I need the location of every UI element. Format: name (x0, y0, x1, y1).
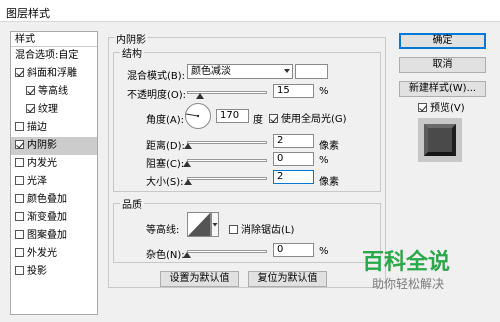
styles-list: 样式 混合选项:自定斜面和浮雕等高线纹理描边内阴影内发光光泽颜色叠加渐变叠加图案… (10, 31, 98, 315)
style-item[interactable]: 斜面和浮雕 (11, 65, 97, 83)
style-item-label: 投影 (27, 266, 47, 277)
style-item[interactable]: 光泽 (11, 173, 97, 191)
style-item-checkbox[interactable] (15, 176, 24, 185)
opacity-unit: % (319, 86, 329, 97)
opacity-input[interactable]: 15 (273, 84, 314, 98)
style-item-label: 描边 (27, 122, 47, 133)
noise-unit: % (319, 246, 329, 257)
style-item-label: 颜色叠加 (27, 194, 67, 205)
size-slider-handle[interactable] (184, 179, 192, 185)
angle-dial[interactable] (184, 102, 212, 130)
style-item-checkbox[interactable] (26, 104, 35, 113)
style-item-checkbox[interactable] (15, 140, 24, 149)
make-default-button[interactable]: 设置为默认值 (160, 271, 239, 287)
choke-slider-track[interactable] (187, 159, 267, 162)
style-item[interactable]: 内阴影 (11, 137, 97, 155)
chevron-down-icon (284, 69, 290, 73)
window-title: 图层样式 (6, 7, 50, 20)
style-item-checkbox[interactable] (15, 68, 24, 77)
antialias-check-icon (229, 225, 238, 234)
size-input[interactable]: 2 (273, 170, 314, 184)
distance-input[interactable]: 2 (273, 134, 314, 148)
contour-label: 等高线: (146, 225, 180, 236)
style-item-checkbox[interactable] (15, 248, 24, 257)
new-style-button[interactable]: 新建样式(W)... (399, 81, 486, 97)
style-item-label: 斜面和浮雕 (27, 68, 77, 79)
angle-unit: 度 (253, 115, 263, 126)
preview-check-icon (418, 103, 427, 112)
blend-mode-value: 颜色减淡 (191, 66, 231, 77)
style-item-checkbox[interactable] (15, 266, 24, 275)
style-item-label: 渐变叠加 (27, 212, 67, 223)
title-bar: 图层样式 (0, 0, 500, 22)
style-item-checkbox[interactable] (15, 158, 24, 167)
style-preview-thumbnail (418, 118, 462, 162)
distance-label: 距离(D): (146, 141, 185, 152)
distance-slider-track[interactable] (187, 141, 267, 144)
opacity-slider-handle[interactable] (196, 93, 204, 99)
style-item-checkbox[interactable] (15, 122, 24, 131)
global-light-checkbox[interactable]: 使用全局光(G) (269, 110, 347, 125)
noise-label: 杂色(N): (146, 250, 185, 261)
noise-slider-track[interactable] (187, 250, 267, 253)
style-item[interactable]: 纹理 (11, 101, 97, 119)
structure-title: 结构 (120, 45, 144, 60)
watermark-logo: 百科全说 助你轻松解决 (360, 245, 490, 298)
preview-label: 预览(V) (430, 103, 465, 114)
style-item[interactable]: 颜色叠加 (11, 191, 97, 209)
distance-unit: 像素 (319, 141, 339, 152)
style-item-label: 内阴影 (27, 140, 57, 151)
styles-header: 样式 (11, 32, 97, 47)
angle-input[interactable]: 170 (216, 109, 249, 123)
style-item-label: 纹理 (38, 104, 58, 115)
quality-title: 品质 (120, 196, 144, 211)
style-item[interactable]: 图案叠加 (11, 227, 97, 245)
style-item-label: 混合选项:自定 (15, 50, 79, 61)
contour-picker[interactable] (187, 212, 219, 238)
global-light-label: 使用全局光(G) (281, 114, 347, 125)
choke-label: 阻塞(C): (146, 159, 185, 170)
style-item-checkbox[interactable] (15, 212, 24, 221)
style-item[interactable]: 等高线 (11, 83, 97, 101)
size-unit: 像素 (319, 177, 339, 188)
choke-input[interactable]: 0 (273, 152, 314, 166)
blend-mode-select[interactable]: 颜色减淡 (187, 64, 293, 79)
ok-button[interactable]: 确定 (399, 33, 486, 49)
antialias-label: 消除锯齿(L) (241, 225, 295, 236)
global-light-check-icon (269, 114, 278, 123)
angle-label: 角度(A): (146, 115, 185, 126)
blend-mode-label: 混合模式(B): (127, 71, 186, 82)
shadow-color-swatch[interactable] (295, 64, 328, 79)
style-item-label: 图案叠加 (27, 230, 67, 241)
noise-slider-handle[interactable] (183, 252, 191, 258)
style-item[interactable]: 外发光 (11, 245, 97, 263)
style-item[interactable]: 投影 (11, 263, 97, 281)
style-item-label: 等高线 (38, 86, 68, 97)
opacity-label: 不透明度(O): (127, 90, 187, 101)
style-item-label: 内发光 (27, 158, 57, 169)
inner-shadow-title: 内阴影 (114, 31, 148, 46)
style-item[interactable]: 描边 (11, 119, 97, 137)
style-item-checkbox[interactable] (15, 230, 24, 239)
cancel-button[interactable]: 取消 (399, 57, 486, 73)
choke-slider-handle[interactable] (183, 161, 191, 167)
style-item[interactable]: 渐变叠加 (11, 209, 97, 227)
style-item-checkbox[interactable] (26, 86, 35, 95)
noise-input[interactable]: 0 (273, 243, 314, 257)
watermark-subtitle: 助你轻松解决 (372, 277, 444, 291)
preview-checkbox[interactable]: 预览(V) (418, 99, 465, 114)
reset-default-button[interactable]: 复位为默认值 (248, 271, 327, 287)
size-slider-track[interactable] (187, 177, 267, 180)
style-item-label: 外发光 (27, 248, 57, 259)
style-item-label: 光泽 (27, 176, 47, 187)
watermark-title: 百科全说 (362, 249, 450, 275)
style-item[interactable]: 混合选项:自定 (11, 47, 97, 65)
style-item-checkbox[interactable] (15, 194, 24, 203)
antialias-checkbox[interactable]: 消除锯齿(L) (229, 221, 294, 236)
distance-slider-handle[interactable] (184, 143, 192, 149)
style-item[interactable]: 内发光 (11, 155, 97, 173)
size-label: 大小(S): (146, 177, 184, 188)
choke-unit: % (319, 155, 329, 166)
